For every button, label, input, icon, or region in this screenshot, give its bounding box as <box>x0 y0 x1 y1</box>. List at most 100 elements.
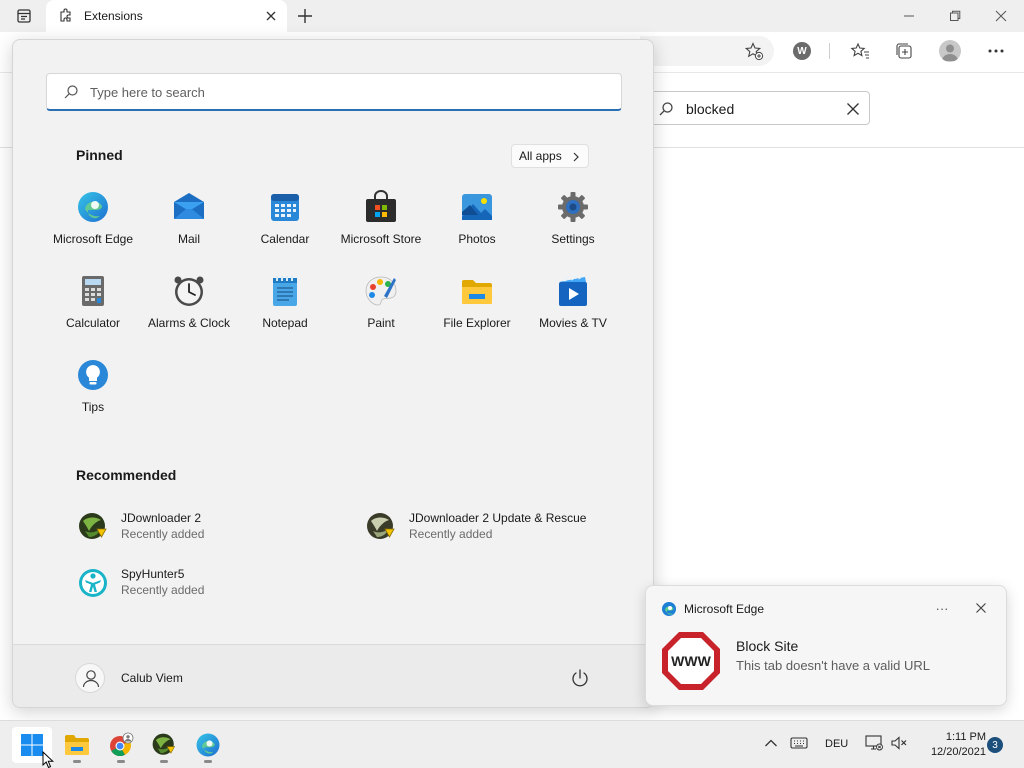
recommended-item-title: JDownloader 2 <box>121 511 202 525</box>
pinned-app-settings[interactable]: Settings <box>525 186 621 260</box>
minimize-icon <box>904 15 914 17</box>
more-horizontal-icon <box>988 49 1004 53</box>
app-label: Settings <box>551 232 595 246</box>
pinned-app-alarms-clock[interactable]: Alarms & Clock <box>141 270 237 344</box>
start-menu-footer: Calub Viem <box>13 644 653 707</box>
app-label: Tips <box>81 400 105 414</box>
taskbar: DEU 1:11 PM 12/20/2021 3 <box>0 720 1024 768</box>
recommended-title: Recommended <box>76 467 177 483</box>
jdownloader-icon <box>79 513 107 539</box>
toolbar-separator <box>829 43 830 59</box>
mouse-cursor-icon <box>42 751 54 768</box>
jdownloader-icon <box>367 513 395 539</box>
spyhunter-icon <box>79 569 107 597</box>
pinned-app-calendar[interactable]: Calendar <box>237 186 333 260</box>
tab-strip: Extensions <box>0 0 1024 32</box>
chevron-up-icon <box>765 739 777 747</box>
new-tab-icon[interactable] <box>293 6 317 26</box>
recommended-item-jdownloader-rescue[interactable]: JDownloader 2 Update & Rescue Recently a… <box>365 507 635 547</box>
collections-button[interactable] <box>893 40 915 62</box>
profile-button[interactable] <box>939 40 961 62</box>
edge-icon <box>78 192 108 222</box>
pinned-app-tips[interactable]: Tips <box>45 354 141 428</box>
input-language[interactable]: DEU <box>825 738 848 750</box>
add-favorite-button[interactable] <box>743 40 765 62</box>
pinned-title: Pinned <box>76 147 123 163</box>
close-window-button[interactable] <box>978 4 1024 28</box>
clear-icon[interactable] <box>845 101 861 117</box>
minimize-button[interactable] <box>886 4 932 28</box>
touch-keyboard-button[interactable] <box>789 733 809 753</box>
calendar-icon <box>271 194 299 221</box>
store-icon <box>366 190 396 222</box>
settings-more-button[interactable] <box>985 40 1007 62</box>
tab-extensions[interactable]: Extensions <box>46 0 287 32</box>
app-label: Movies & TV <box>539 316 607 330</box>
notification-title: Block Site <box>736 638 799 654</box>
recommended-item-title: JDownloader 2 Update & Rescue <box>409 511 587 525</box>
close-icon[interactable] <box>263 8 279 24</box>
pinned-app-microsoft-edge[interactable]: Microsoft Edge <box>45 186 141 260</box>
notification-toast[interactable]: Microsoft Edge ··· WWW Block Site This t… <box>645 585 1007 706</box>
extensions-search-value: blocked <box>686 101 735 117</box>
search-icon <box>659 102 673 116</box>
person-icon <box>82 670 100 688</box>
power-icon[interactable] <box>569 667 591 689</box>
restore-button[interactable] <box>932 4 978 28</box>
chrome-icon <box>110 732 134 757</box>
recommended-item-spyhunter[interactable]: SpyHunter5 Recently added <box>77 563 347 603</box>
paint-icon <box>365 276 397 306</box>
tab-actions-button[interactable] <box>10 6 38 26</box>
pinned-app-calculator[interactable]: Calculator <box>45 270 141 344</box>
volume-button[interactable] <box>889 733 909 753</box>
clock-time: 1:11 PM <box>945 731 986 743</box>
recommended-item-subtitle: Recently added <box>121 583 205 597</box>
show-hidden-icons-button[interactable] <box>761 733 781 753</box>
recommended-item-title: SpyHunter5 <box>121 567 185 581</box>
notification-more-button[interactable]: ··· <box>932 600 952 616</box>
notification-body: This tab doesn't have a valid URL <box>736 658 930 673</box>
taskbar-clock[interactable]: 1:11 PM 12/20/2021 <box>918 730 986 760</box>
taskbar-edge[interactable] <box>188 727 228 763</box>
recommended-item-subtitle: Recently added <box>409 527 493 541</box>
star-add-icon <box>744 42 764 61</box>
extension-w-button[interactable]: W <box>791 40 813 62</box>
running-indicator <box>73 760 81 763</box>
gear-icon <box>558 192 588 222</box>
recommended-item-jdownloader[interactable]: JDownloader 2 Recently added <box>77 507 347 547</box>
block-site-stop-icon: WWW <box>662 632 720 690</box>
start-search-input[interactable]: Type here to search <box>46 73 622 111</box>
pinned-app-file-explorer[interactable]: File Explorer <box>429 270 525 344</box>
network-status-button[interactable] <box>864 733 884 753</box>
folder-icon <box>462 280 492 304</box>
start-search-placeholder: Type here to search <box>90 85 205 100</box>
edge-icon <box>196 733 220 757</box>
network-icon <box>865 735 883 751</box>
stop-sign-text: WWW <box>671 653 711 669</box>
taskbar-jdownloader[interactable] <box>144 727 184 763</box>
pinned-app-mail[interactable]: Mail <box>141 186 237 260</box>
extensions-search-input[interactable]: blocked <box>647 91 870 125</box>
pinned-app-movies-tv[interactable]: Movies & TV <box>525 270 621 344</box>
taskbar-chrome[interactable] <box>101 727 141 763</box>
user-account-button[interactable]: Calub Viem <box>75 663 235 693</box>
running-indicator <box>160 760 168 763</box>
pinned-app-photos[interactable]: Photos <box>429 186 525 260</box>
notification-count-badge[interactable]: 3 <box>987 737 1003 753</box>
recommended-item-subtitle: Recently added <box>121 527 205 541</box>
page-left-edge <box>0 148 12 720</box>
favorites-button[interactable] <box>849 40 871 62</box>
close-icon[interactable] <box>973 600 989 616</box>
speaker-muted-icon <box>891 736 907 750</box>
taskbar-file-explorer[interactable] <box>57 727 97 763</box>
clock-date: 12/20/2021 <box>930 746 986 758</box>
pinned-app-microsoft-store[interactable]: Microsoft Store <box>333 186 429 260</box>
all-apps-button[interactable]: All apps <box>511 144 589 168</box>
keyboard-icon <box>790 737 808 749</box>
pinned-app-notepad[interactable]: Notepad <box>237 270 333 344</box>
start-icon <box>21 734 43 756</box>
notification-app-name: Microsoft Edge <box>684 602 765 616</box>
pinned-app-paint[interactable]: Paint <box>333 270 429 344</box>
w-extension-icon: W <box>793 42 811 60</box>
folder-icon <box>65 735 89 755</box>
